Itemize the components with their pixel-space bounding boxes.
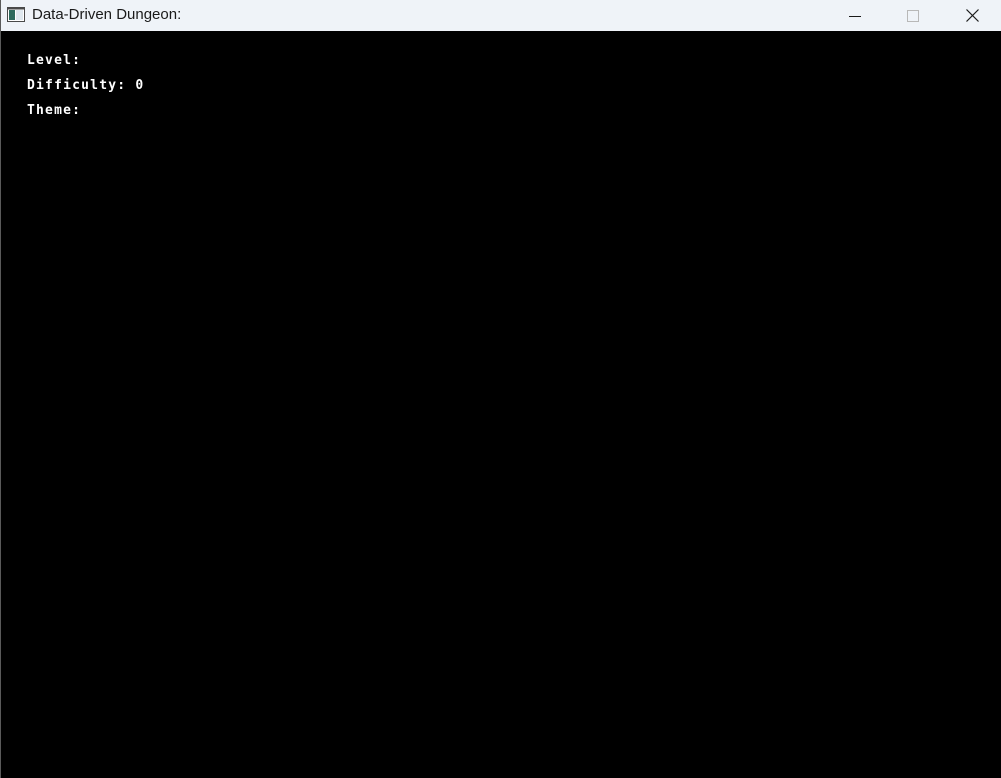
difficulty-readout: Difficulty: 0 [27, 78, 144, 93]
difficulty-label: Difficulty: [27, 78, 127, 93]
game-window: Data-Driven Dungeon: Level: Difficulty: … [0, 0, 1001, 778]
app-window-icon [7, 7, 25, 22]
minimize-button[interactable] [826, 0, 884, 31]
difficulty-value: 0 [135, 78, 145, 93]
minimize-icon [849, 15, 861, 17]
level-readout: Level: [27, 53, 90, 68]
theme-readout: Theme: [27, 103, 90, 118]
title-bar[interactable]: Data-Driven Dungeon: [1, 0, 1001, 31]
maximize-icon [907, 9, 919, 22]
window-title: Data-Driven Dungeon: [32, 6, 182, 23]
close-icon [965, 9, 979, 22]
level-label: Level: [27, 53, 82, 68]
game-canvas[interactable]: Level: Difficulty: 0 Theme: [1, 31, 1001, 778]
maximize-button[interactable] [884, 0, 942, 31]
close-button[interactable] [943, 0, 1001, 31]
theme-label: Theme: [27, 103, 82, 118]
